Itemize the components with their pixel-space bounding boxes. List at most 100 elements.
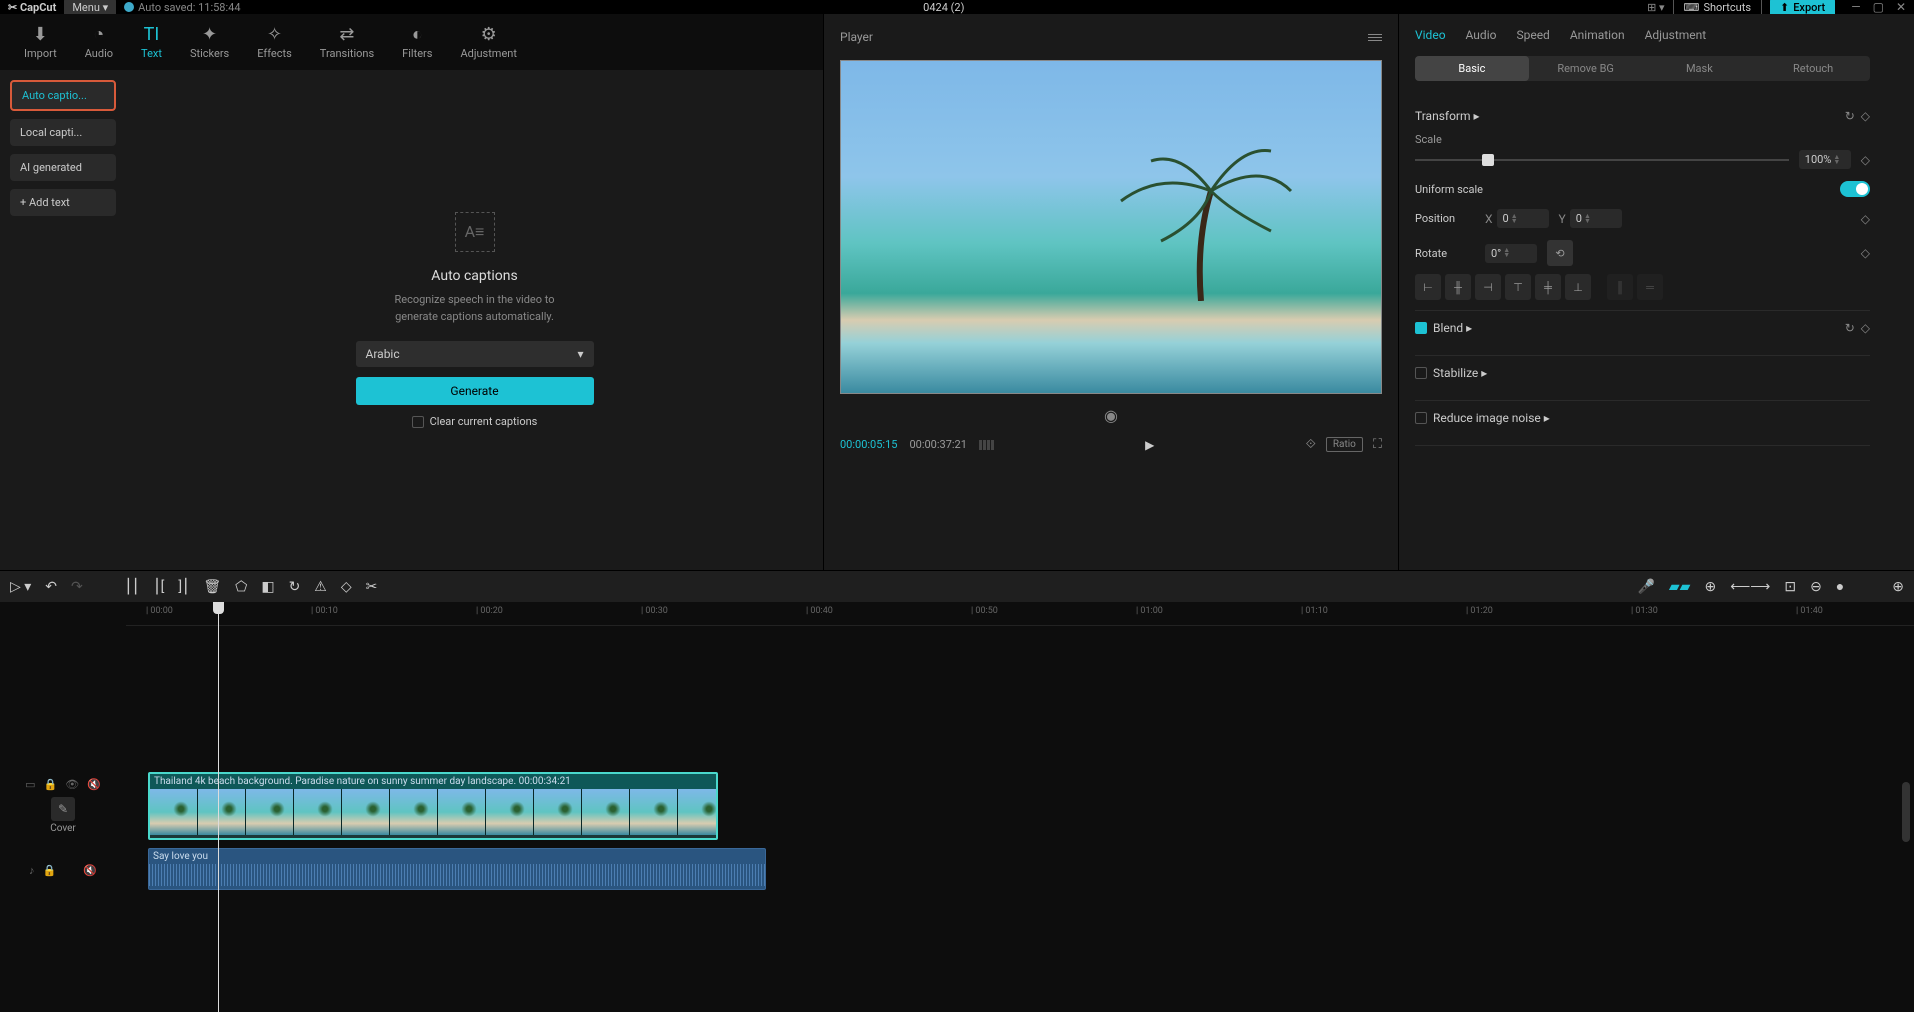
distribute-h-button[interactable]: ║ [1607, 274, 1633, 300]
blend-reset-icon[interactable]: ↻ [1845, 321, 1855, 335]
ratio-button[interactable]: Ratio [1326, 437, 1363, 452]
minimize-button[interactable]: — [1851, 0, 1860, 14]
zoom-fit-icon[interactable]: ⊕ [1892, 579, 1904, 595]
scale-icon[interactable]: ⟐ [1306, 437, 1316, 452]
subtab-basic[interactable]: Basic [1415, 56, 1529, 81]
stabilize-header[interactable]: Stabilize ▸ [1433, 366, 1487, 380]
tool-filters[interactable]: ◐Filters [388, 18, 446, 66]
transform-header[interactable]: Transform ▸ [1415, 109, 1480, 123]
mute-icon[interactable]: 🔇 [87, 778, 101, 791]
tool-audio[interactable]: ◔Audio [71, 18, 127, 66]
timeline-ruler[interactable]: | 00:00| 00:10| 00:20| 00:30| 00:40| 00:… [126, 602, 1914, 626]
rotate-input[interactable]: 0°▲▼ [1485, 244, 1537, 263]
mirror-icon[interactable]: ◧ [261, 579, 274, 595]
redo-icon[interactable]: ↷ [71, 579, 83, 595]
blend-keyframe-icon[interactable]: ◇ [1861, 321, 1870, 335]
video-preview[interactable] [840, 60, 1382, 394]
zoom-slider-icon[interactable]: ● [1836, 578, 1844, 595]
timeline-scrollbar[interactable] [1902, 642, 1910, 1002]
tool-effects[interactable]: ✧Effects [243, 18, 306, 66]
visibility-icon[interactable]: 👁 [65, 778, 79, 791]
pointer-tool-icon[interactable]: ▷ ▾ [10, 579, 31, 595]
split-left-icon[interactable]: ⎮[ [153, 579, 164, 595]
tool-stickers[interactable]: ✦Stickers [176, 18, 243, 66]
stabilize-checkbox[interactable] [1415, 367, 1427, 379]
track-toggle-icon[interactable]: ▭ [25, 778, 35, 791]
layout-icon[interactable]: ⊞ ▾ [1647, 1, 1664, 14]
audio-toggle-icon[interactable]: ♪ [29, 864, 35, 877]
close-button[interactable]: ✕ [1896, 0, 1906, 14]
audio-lock-icon[interactable]: 🔒 [43, 864, 57, 877]
reduce-noise-checkbox[interactable] [1415, 412, 1427, 424]
scale-input[interactable]: 100%▲▼ [1799, 150, 1851, 169]
align-center-h-button[interactable]: ╫ [1445, 274, 1471, 300]
subtab-remove-bg[interactable]: Remove BG [1529, 56, 1643, 81]
sidebar-item-1[interactable]: Local capti... [10, 119, 116, 146]
ruler-mark: | 01:20 [1466, 606, 1493, 616]
generate-button[interactable]: Generate [356, 377, 594, 405]
sidebar-item-0[interactable]: Auto captio... [10, 80, 116, 111]
subtab-retouch[interactable]: Retouch [1756, 56, 1870, 81]
prop-tab-speed[interactable]: Speed [1516, 28, 1549, 42]
position-y-input[interactable]: 0▲▼ [1570, 209, 1622, 228]
language-select[interactable]: Arabic▾ [356, 341, 594, 367]
audio-mute-icon[interactable]: 🔇 [83, 864, 97, 877]
blend-header[interactable]: Blend ▸ [1433, 321, 1472, 335]
zoom-out-icon[interactable]: ⊖ [1810, 579, 1822, 595]
preview-icon[interactable]: ⊡ [1784, 579, 1796, 595]
tool-import[interactable]: ⬇Import [10, 18, 71, 66]
clear-captions-checkbox[interactable] [412, 416, 424, 428]
prop-tab-animation[interactable]: Animation [1570, 28, 1625, 42]
fullscreen-icon[interactable]: ⛶ [1373, 437, 1382, 452]
align-top-button[interactable]: ⊤ [1505, 274, 1531, 300]
tool-adjustment[interactable]: ⚙Adjustment [446, 18, 531, 66]
sidebar-item-3[interactable]: Add text [10, 189, 116, 216]
undo-icon[interactable]: ↶ [45, 579, 57, 595]
reverse-icon[interactable]: ◇ [341, 579, 352, 595]
uniform-scale-toggle[interactable] [1840, 181, 1870, 197]
speed-icon[interactable]: ⚠ [314, 579, 327, 595]
maximize-button[interactable]: ▢ [1873, 0, 1884, 14]
align-right-button[interactable]: ⊣ [1475, 274, 1501, 300]
distribute-v-button[interactable]: ═ [1637, 274, 1663, 300]
blend-checkbox[interactable] [1415, 322, 1427, 334]
reset-icon[interactable]: ↻ [1845, 109, 1855, 123]
align-bottom-button[interactable]: ⊥ [1565, 274, 1591, 300]
magnet-icon[interactable]: ⊕ [1704, 579, 1716, 595]
position-keyframe-icon[interactable]: ◇ [1861, 212, 1870, 226]
keyframe-icon[interactable]: ◇ [1861, 109, 1870, 123]
audio-clip[interactable]: Say love you [148, 848, 766, 890]
auto-captions-panel: A≡ Auto captions Recognize speech in the… [126, 70, 823, 570]
crop-icon[interactable]: ✂ [366, 579, 378, 595]
split-icon[interactable]: ⎮⎮ [125, 579, 140, 595]
cutout-icon[interactable]: ⬠ [235, 579, 247, 595]
subtab-mask[interactable]: Mask [1643, 56, 1757, 81]
rotate-icon[interactable]: ↻ [289, 579, 301, 595]
delete-icon[interactable]: 🗑 [203, 579, 221, 595]
player-menu-icon[interactable] [1368, 34, 1382, 41]
scale-keyframe-icon[interactable]: ◇ [1861, 153, 1870, 167]
align-center-v-button[interactable]: ╪ [1535, 274, 1561, 300]
play-button[interactable]: ▶ [1006, 438, 1294, 452]
prop-tab-adjustment[interactable]: Adjustment [1645, 28, 1707, 42]
playhead[interactable] [218, 602, 219, 1012]
rotate-ccw-button[interactable]: ⟲ [1547, 240, 1573, 266]
split-right-icon[interactable]: ]⎮ [178, 579, 189, 595]
mic-icon[interactable]: 🎤 [1637, 579, 1654, 595]
video-clip[interactable]: Thailand 4k beach background. Paradise n… [148, 772, 718, 840]
tool-transitions[interactable]: ⇄Transitions [306, 18, 388, 66]
cover-button[interactable]: ✎ [51, 797, 75, 821]
prop-tab-audio[interactable]: Audio [1466, 28, 1497, 42]
link-icon[interactable]: ⟵⟶ [1730, 579, 1770, 595]
align-left-button[interactable]: ⊢ [1415, 274, 1441, 300]
track-mode-icon[interactable]: ▰▰ [1669, 579, 1691, 595]
tool-text[interactable]: TIText [127, 18, 176, 66]
prop-tab-video[interactable]: Video [1415, 28, 1446, 42]
scale-slider[interactable] [1415, 159, 1789, 161]
lock-icon[interactable]: 🔒 [44, 778, 58, 791]
sidebar-item-2[interactable]: AI generated [10, 154, 116, 181]
reduce-noise-header[interactable]: Reduce image noise ▸ [1433, 411, 1550, 425]
position-x-input[interactable]: 0▲▼ [1497, 209, 1549, 228]
rotate-keyframe-icon[interactable]: ◇ [1861, 246, 1870, 260]
timeline-tracks[interactable]: | 00:00| 00:10| 00:20| 00:30| 00:40| 00:… [126, 602, 1914, 1012]
